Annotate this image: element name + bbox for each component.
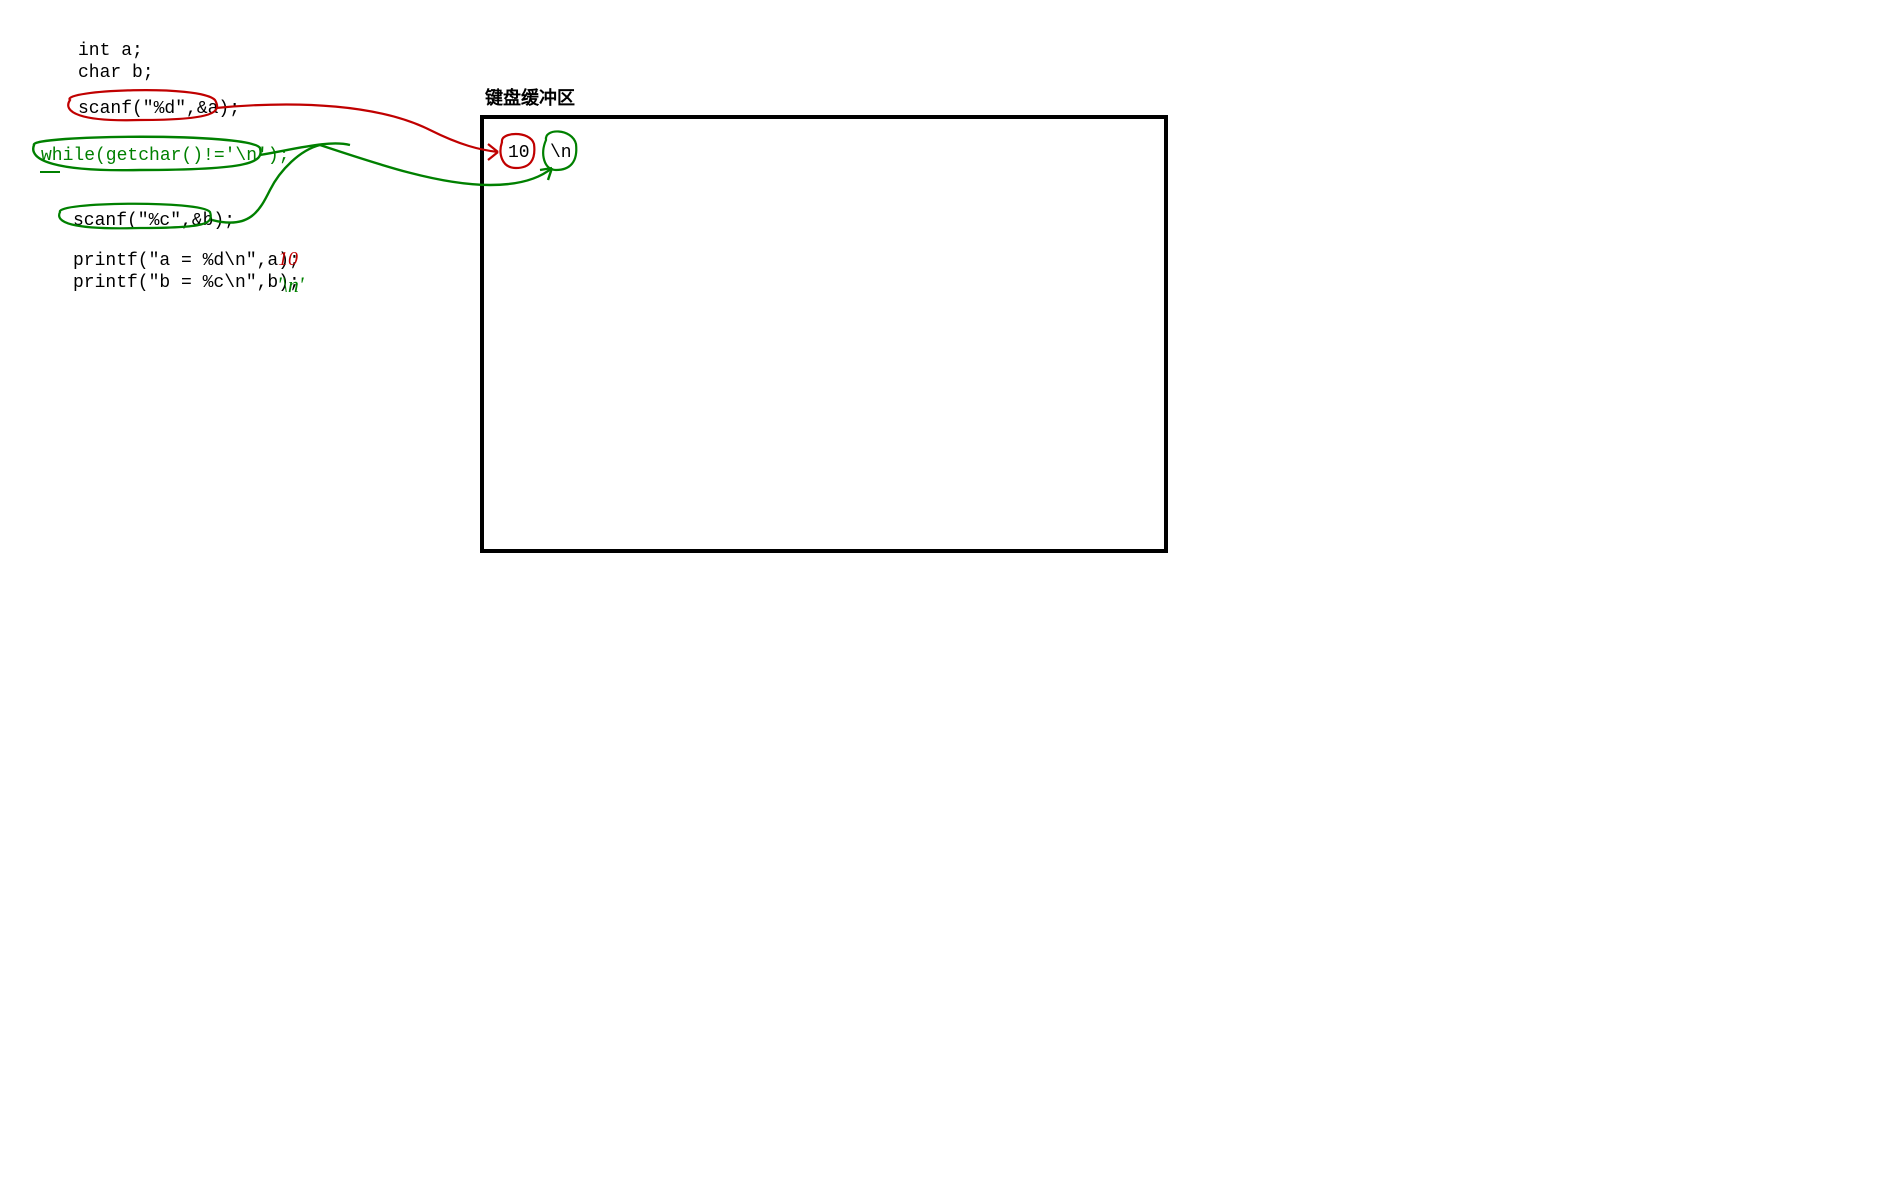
annotation-result-a: 10 bbox=[278, 248, 298, 270]
buffer-item-newline: \n bbox=[550, 143, 572, 163]
code-line-printf-a: printf("a = %d\n",a); bbox=[73, 250, 300, 272]
code-line-printf-b: printf("b = %c\n",b); bbox=[73, 272, 300, 294]
code-line-int-a: int a; bbox=[78, 40, 143, 62]
code-line-while-getchar: while(getchar()!='\n'); bbox=[41, 145, 289, 167]
keyboard-buffer-box bbox=[480, 115, 1168, 553]
code-line-scanf-a: scanf("%d",&a); bbox=[78, 98, 240, 120]
buffer-item-10: 10 bbox=[508, 143, 530, 163]
code-line-char-b: char b; bbox=[78, 62, 154, 84]
code-line-scanf-b: scanf("%c",&b); bbox=[73, 210, 235, 232]
buffer-label: 键盘缓冲区 bbox=[485, 84, 575, 110]
annotation-result-b: '\n' bbox=[277, 274, 304, 296]
